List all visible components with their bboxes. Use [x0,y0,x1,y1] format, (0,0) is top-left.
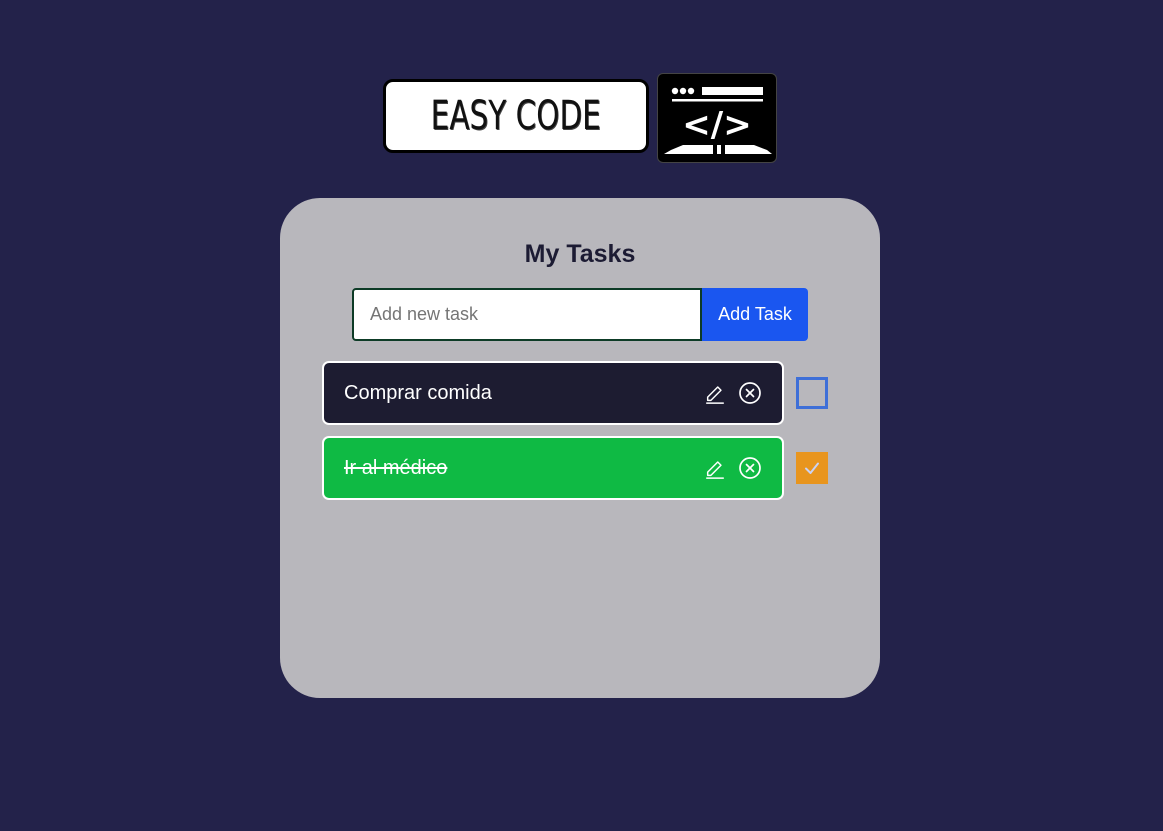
new-task-input[interactable] [352,288,702,341]
logo: EASY CODE </> [383,73,777,163]
edit-icon[interactable] [703,381,727,405]
add-task-button[interactable]: Add Task [702,288,808,341]
task-item: Ir al médico [322,436,784,500]
logo-text: EASY CODE [430,93,602,139]
task-actions [703,456,762,480]
task-item: Comprar comida [322,361,784,425]
page-title: My Tasks [524,240,636,268]
delete-circle-x-icon[interactable] [738,381,762,405]
tasks-card: My Tasks Add Task Comprar comida Ir a [280,198,880,698]
delete-circle-x-icon[interactable] [738,456,762,480]
logo-text-box: EASY CODE [383,79,649,153]
checkmark-icon [805,462,819,474]
task-complete-checkbox[interactable] [796,377,828,409]
task-complete-checkbox[interactable] [796,452,828,484]
code-terminal-icon: </> [657,73,777,163]
task-text: Comprar comida [344,381,492,404]
edit-icon[interactable] [703,456,727,480]
task-text: Ir al médico [344,456,448,479]
task-actions [703,381,762,405]
code-glyph: </> [682,105,751,145]
